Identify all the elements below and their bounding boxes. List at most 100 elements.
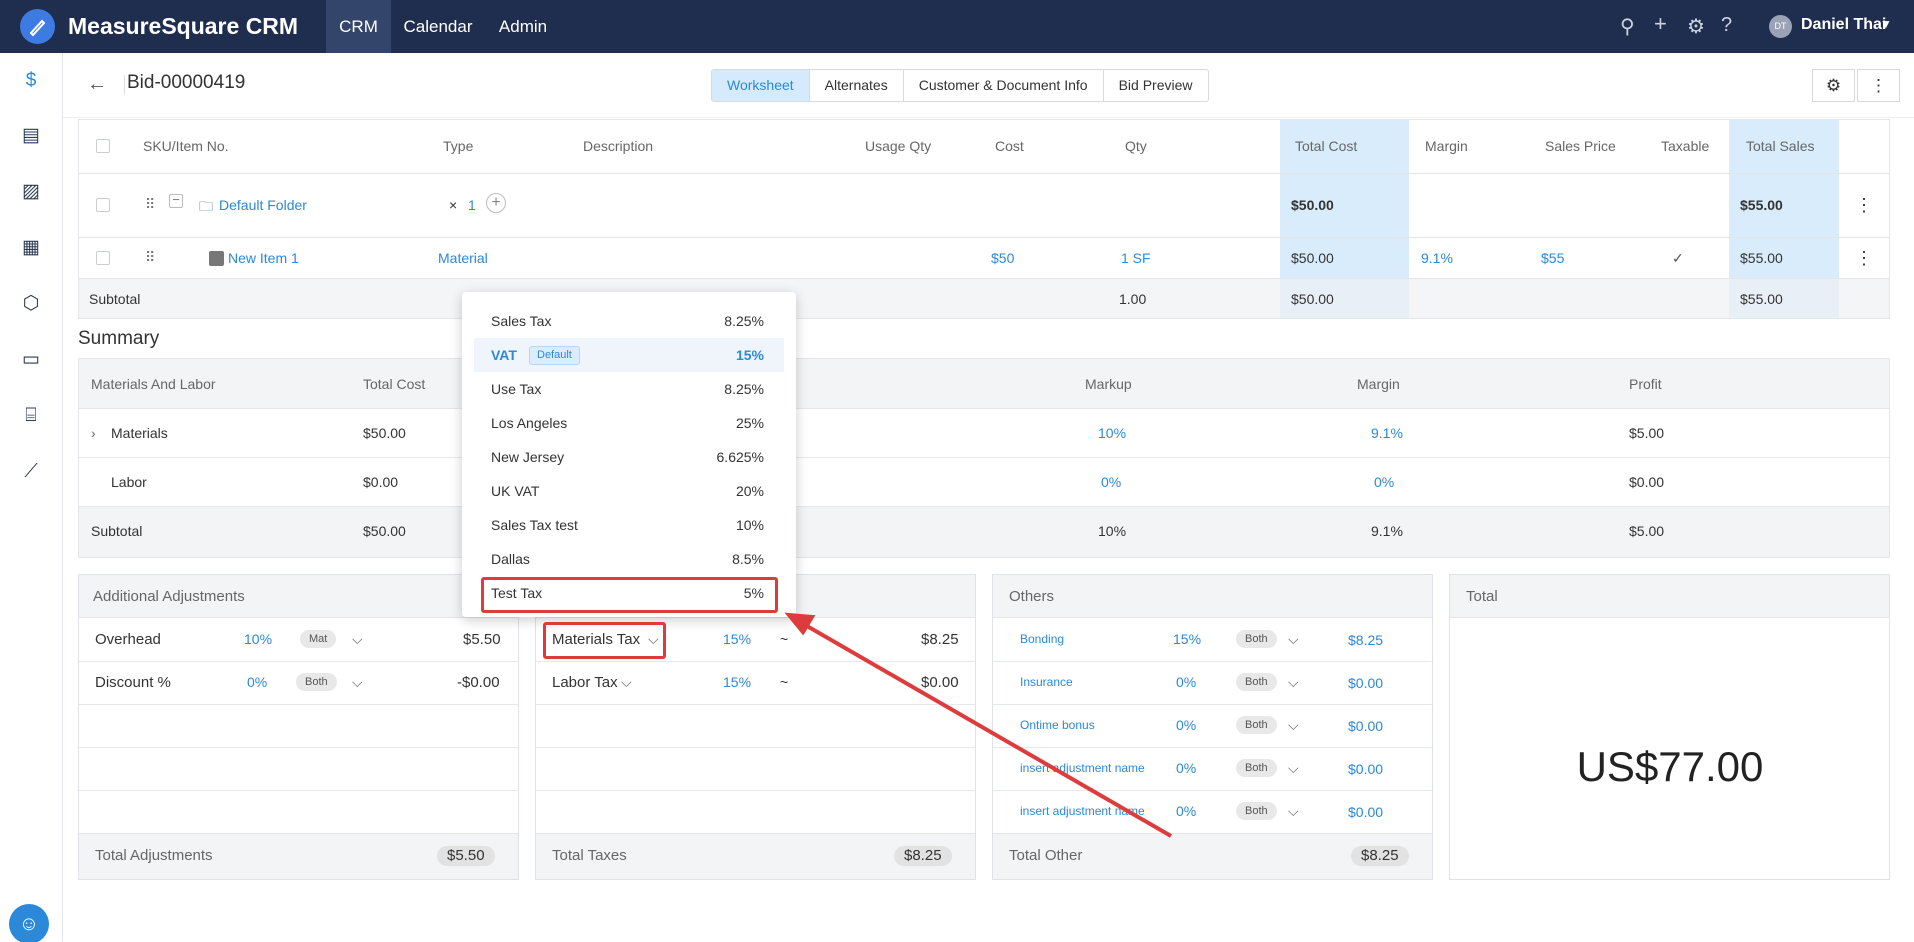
- ontime-bonus-label[interactable]: Ontime bonus: [1020, 718, 1095, 732]
- custom-adjustment-1-label[interactable]: insert adjustment name: [1020, 761, 1145, 775]
- tab-bid-preview[interactable]: Bid Preview: [1104, 70, 1208, 101]
- folder-name-link[interactable]: Default Folder: [219, 197, 307, 213]
- item-qty[interactable]: 1 SF: [1121, 250, 1151, 266]
- item-name-link[interactable]: New Item 1: [228, 250, 299, 266]
- col-total-cost: Total Cost: [1295, 138, 1358, 154]
- app-logo-icon[interactable]: [20, 9, 55, 44]
- help-icon[interactable]: ?: [1721, 14, 1732, 37]
- add-item-icon[interactable]: +: [486, 193, 506, 213]
- sidebar-calendar-icon[interactable]: ▦: [18, 235, 44, 261]
- tax-option-vat[interactable]: VAT Default 15%: [474, 338, 784, 372]
- custom-adjustment-2-percent[interactable]: 0%: [1176, 803, 1196, 819]
- overhead-scope-badge[interactable]: Mat: [300, 630, 337, 648]
- tax-option-new-jersey[interactable]: New Jersey 6.625%: [474, 440, 784, 474]
- ontime-bonus-scope-badge[interactable]: Both: [1236, 716, 1277, 734]
- sidebar-presentation-icon[interactable]: ⌸: [18, 403, 44, 429]
- folder-qty[interactable]: 1: [468, 197, 476, 213]
- select-all-checkbox[interactable]: [96, 139, 110, 153]
- chevron-down-icon[interactable]: ⌵: [621, 674, 632, 691]
- custom-adjustment-2-amount: $0.00: [1348, 804, 1384, 820]
- gear-icon[interactable]: ⚙: [1687, 14, 1705, 39]
- item-margin[interactable]: 9.1%: [1421, 250, 1453, 266]
- more-options-button[interactable]: ⋮: [1857, 69, 1900, 102]
- custom-adjustment-2-label[interactable]: insert adjustment name: [1020, 804, 1145, 818]
- overhead-percent[interactable]: 10%: [244, 631, 272, 647]
- summary-materials-markup[interactable]: 10%: [1098, 425, 1126, 441]
- row-menu-icon[interactable]: ⋮: [1855, 195, 1873, 216]
- support-bot-icon[interactable]: ☺: [9, 904, 49, 942]
- discount-scope-badge[interactable]: Both: [296, 673, 337, 691]
- item-checkbox[interactable]: [96, 251, 110, 265]
- summary-labor-margin[interactable]: 0%: [1374, 474, 1394, 490]
- nav-crm[interactable]: CRM: [326, 0, 391, 53]
- bonding-percent[interactable]: 15%: [1173, 631, 1201, 647]
- insurance-label[interactable]: Insurance: [1020, 675, 1073, 689]
- user-name[interactable]: Daniel Thai: [1801, 16, 1886, 34]
- insurance-percent[interactable]: 0%: [1176, 674, 1196, 690]
- labor-tax-dropdown[interactable]: Labor Tax: [552, 674, 618, 691]
- chevron-down-icon[interactable]: ⌵: [1288, 803, 1299, 820]
- item-cost[interactable]: $50: [991, 250, 1014, 266]
- item-type[interactable]: Material: [438, 250, 488, 266]
- avatar[interactable]: DT: [1769, 15, 1792, 38]
- tab-worksheet[interactable]: Worksheet: [712, 70, 810, 101]
- labor-tax-percent[interactable]: 15%: [723, 674, 751, 690]
- tab-alternates[interactable]: Alternates: [810, 70, 904, 101]
- discount-percent[interactable]: 0%: [247, 674, 267, 690]
- chevron-down-icon[interactable]: ⌵: [1288, 674, 1299, 691]
- drag-handle-icon[interactable]: ⠿: [145, 249, 155, 266]
- col-sku: SKU/Item No.: [143, 138, 229, 154]
- custom-adjustment-2-scope-badge[interactable]: Both: [1236, 802, 1277, 820]
- sidebar-products-icon[interactable]: ⬡: [18, 291, 44, 317]
- chevron-down-icon[interactable]: ⌵: [1288, 760, 1299, 777]
- chevron-down-icon[interactable]: ⌵: [352, 674, 363, 691]
- custom-adjustment-1-percent[interactable]: 0%: [1176, 760, 1196, 776]
- back-arrow-icon[interactable]: ←: [87, 73, 107, 96]
- settings-button[interactable]: ⚙: [1812, 69, 1855, 102]
- tax-option-uk-vat[interactable]: UK VAT 20%: [474, 474, 784, 508]
- tax-option-dallas[interactable]: Dallas 8.5%: [474, 542, 784, 576]
- ontime-bonus-percent[interactable]: 0%: [1176, 717, 1196, 733]
- sidebar-notes-icon[interactable]: ▭: [18, 347, 44, 373]
- tax-option-rate: 8.5%: [732, 551, 764, 567]
- row-menu-icon[interactable]: ⋮: [1855, 248, 1873, 269]
- summary-col-materials-labor: Materials And Labor: [91, 376, 216, 392]
- search-icon[interactable]: ⚲: [1620, 14, 1635, 39]
- tax-option-sales-tax-test[interactable]: Sales Tax test 10%: [474, 508, 784, 542]
- overhead-amount: $5.50: [463, 631, 501, 648]
- collapse-folder-icon[interactable]: −: [169, 193, 183, 208]
- bonding-label[interactable]: Bonding: [1020, 632, 1064, 646]
- summary-materials-margin[interactable]: 9.1%: [1371, 425, 1403, 441]
- tab-customer-document-info[interactable]: Customer & Document Info: [904, 70, 1104, 101]
- chevron-down-icon[interactable]: ⌵: [352, 631, 363, 648]
- sidebar-documents-icon[interactable]: ▤: [18, 123, 44, 149]
- drag-handle-icon[interactable]: ⠿: [145, 196, 155, 213]
- sidebar-images-icon[interactable]: ▨: [18, 179, 44, 205]
- chevron-down-icon[interactable]: ⌵: [1288, 717, 1299, 734]
- add-icon[interactable]: +: [1654, 11, 1667, 37]
- sidebar-reports-icon[interactable]: ⟋: [18, 459, 44, 485]
- bonding-scope-badge[interactable]: Both: [1236, 630, 1277, 648]
- summary-title: Summary: [78, 328, 160, 349]
- total-other-value: $8.25: [1351, 846, 1409, 866]
- nav-calendar[interactable]: Calendar: [396, 0, 480, 53]
- expand-materials-icon[interactable]: ›: [91, 425, 96, 441]
- folder-checkbox[interactable]: [96, 198, 110, 212]
- grid-subtotal-qty: 1.00: [1119, 291, 1147, 307]
- materials-tax-percent[interactable]: 15%: [723, 631, 751, 647]
- tax-option-use-tax[interactable]: Use Tax 8.25%: [474, 372, 784, 406]
- tax-option-los-angeles[interactable]: Los Angeles 25%: [474, 406, 784, 440]
- taxable-check-icon[interactable]: ✓: [1672, 250, 1684, 267]
- chevron-down-icon[interactable]: ⌵: [1288, 631, 1299, 648]
- nav-admin[interactable]: Admin: [488, 0, 558, 53]
- insurance-scope-badge[interactable]: Both: [1236, 673, 1277, 691]
- materials-tax-amount: $8.25: [921, 631, 959, 648]
- custom-adjustment-1-scope-badge[interactable]: Both: [1236, 759, 1277, 777]
- sidebar-bids-icon[interactable]: $: [18, 68, 44, 94]
- summary-labor-markup[interactable]: 0%: [1101, 474, 1121, 490]
- item-sales-price[interactable]: $55: [1541, 250, 1564, 266]
- chevron-down-icon[interactable]: ▼: [1880, 17, 1892, 31]
- tax-option-sales-tax[interactable]: Sales Tax 8.25%: [474, 304, 784, 338]
- test-tax-highlight-box: [481, 577, 778, 613]
- grid-subtotal-cost: $50.00: [1291, 291, 1334, 307]
